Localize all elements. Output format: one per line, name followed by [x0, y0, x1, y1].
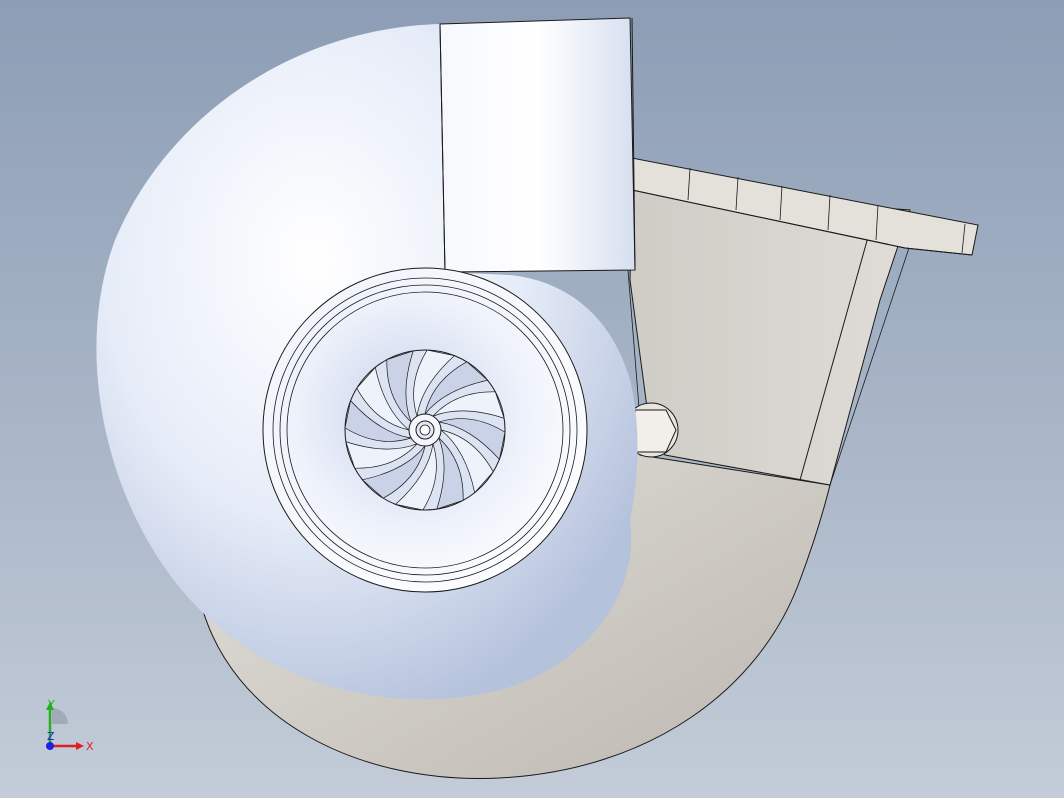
turbocharger-model[interactable] [0, 0, 1064, 798]
x-axis-label: X [86, 740, 94, 753]
z-axis-label: Z [47, 730, 55, 743]
z-axis-dot [46, 742, 54, 750]
x-axis-arrowhead [76, 742, 84, 750]
impeller-nut[interactable] [408, 413, 442, 447]
view-orientation-triad[interactable]: Y X Z [38, 700, 98, 760]
y-axis-label: Y [47, 700, 55, 711]
graphics-viewport[interactable]: Y X Z [0, 0, 1064, 798]
compressor-outlet-pipe[interactable] [439, 17, 636, 273]
